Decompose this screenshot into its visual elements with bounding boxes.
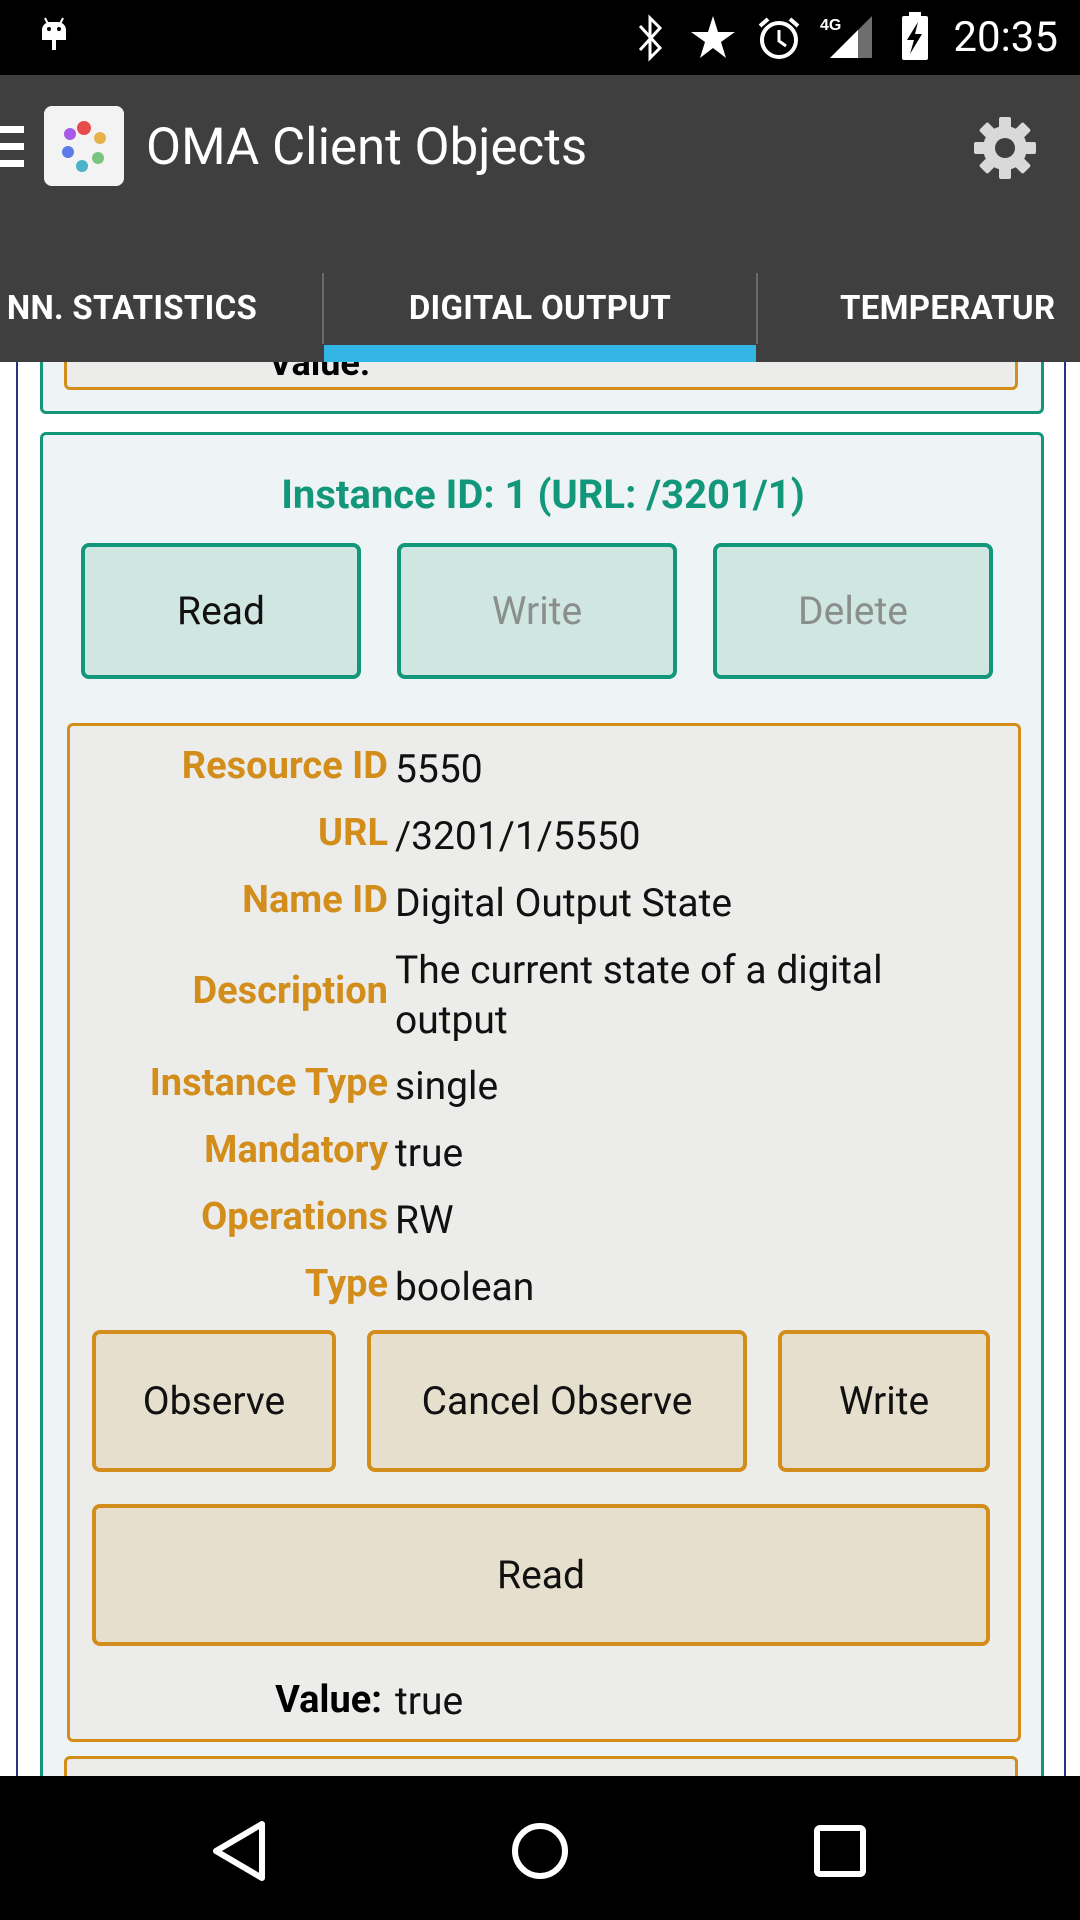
resource-type-label: Type — [304, 1262, 388, 1306]
resource-mandatory-label: Mandatory — [204, 1128, 388, 1172]
settings-gear-icon[interactable] — [972, 115, 1038, 181]
cancel-observe-button[interactable]: Cancel Observe — [367, 1330, 747, 1472]
resource-description-value: The current state of a digital output — [395, 947, 883, 1043]
value-label: Value: — [275, 1678, 382, 1722]
svg-text:4G: 4G — [820, 17, 841, 34]
resource-name-id-value: Digital Output State — [395, 880, 733, 926]
tab-selected-indicator — [324, 345, 756, 362]
resource-instance-type-label: Instance Type — [149, 1061, 388, 1105]
resource-description-label: Description — [192, 969, 388, 1013]
content-scroll-area[interactable]: Value: Instance ID: 1 (URL: /3201/1) Rea… — [0, 362, 1080, 1776]
navigation-bar — [0, 1776, 1080, 1920]
resource-url-value: /3201/1/5550 — [395, 813, 641, 859]
resource-operations-label: Operations — [201, 1195, 388, 1239]
resource-name-id-label: Name ID — [242, 878, 388, 922]
home-icon[interactable] — [495, 1806, 585, 1896]
recent-apps-icon[interactable] — [795, 1806, 885, 1896]
resource-operations-value: RW — [395, 1197, 454, 1243]
resource-mandatory-value: true — [395, 1130, 464, 1176]
next-resource-card — [64, 1756, 1018, 1776]
instance-write-button[interactable]: Write — [397, 543, 677, 679]
value-text: true — [395, 1678, 464, 1724]
resource-type-value: boolean — [395, 1264, 535, 1310]
alarm-icon — [758, 17, 800, 59]
status-bar: 4G 20:35 — [0, 0, 1080, 75]
observe-button[interactable]: Observe — [92, 1330, 336, 1472]
previous-value-label: Value: — [268, 362, 370, 384]
battery-charging-icon — [902, 12, 928, 60]
instance-delete-button[interactable]: Delete — [713, 543, 993, 679]
menu-icon[interactable] — [0, 126, 24, 168]
resource-url-label: URL — [318, 811, 388, 855]
back-icon[interactable] — [196, 1806, 286, 1896]
resource-instance-type-value: single — [395, 1063, 499, 1109]
previous-resource-card — [64, 362, 1018, 390]
resource-id-value: 5550 — [395, 746, 483, 792]
signal-4g-icon: 4G — [820, 16, 872, 58]
android-debug-icon — [42, 17, 66, 50]
instance-read-button[interactable]: Read — [81, 543, 361, 679]
tab-temperature[interactable]: TEMPERATUR — [840, 255, 1080, 362]
tab-divider — [756, 273, 758, 344]
clock-time: 20:35 — [953, 13, 1058, 62]
resource-read-button[interactable]: Read — [92, 1504, 990, 1646]
star-icon — [691, 16, 735, 58]
app-title: OMA Client Objects — [146, 118, 588, 177]
app-logo-icon — [44, 106, 124, 186]
instance-title: Instance ID: 1 (URL: /3201/1) — [281, 471, 805, 518]
resource-card: Resource ID 5550 URL /3201/1/5550 Name I… — [67, 723, 1021, 1742]
bluetooth-icon — [638, 14, 663, 62]
tab-conn-statistics[interactable]: NN. STATISTICS — [0, 255, 274, 362]
resource-write-button[interactable]: Write — [778, 1330, 990, 1472]
instance-card: Instance ID: 1 (URL: /3201/1) Read Write… — [40, 432, 1044, 1776]
resource-id-label: Resource ID — [181, 744, 388, 788]
